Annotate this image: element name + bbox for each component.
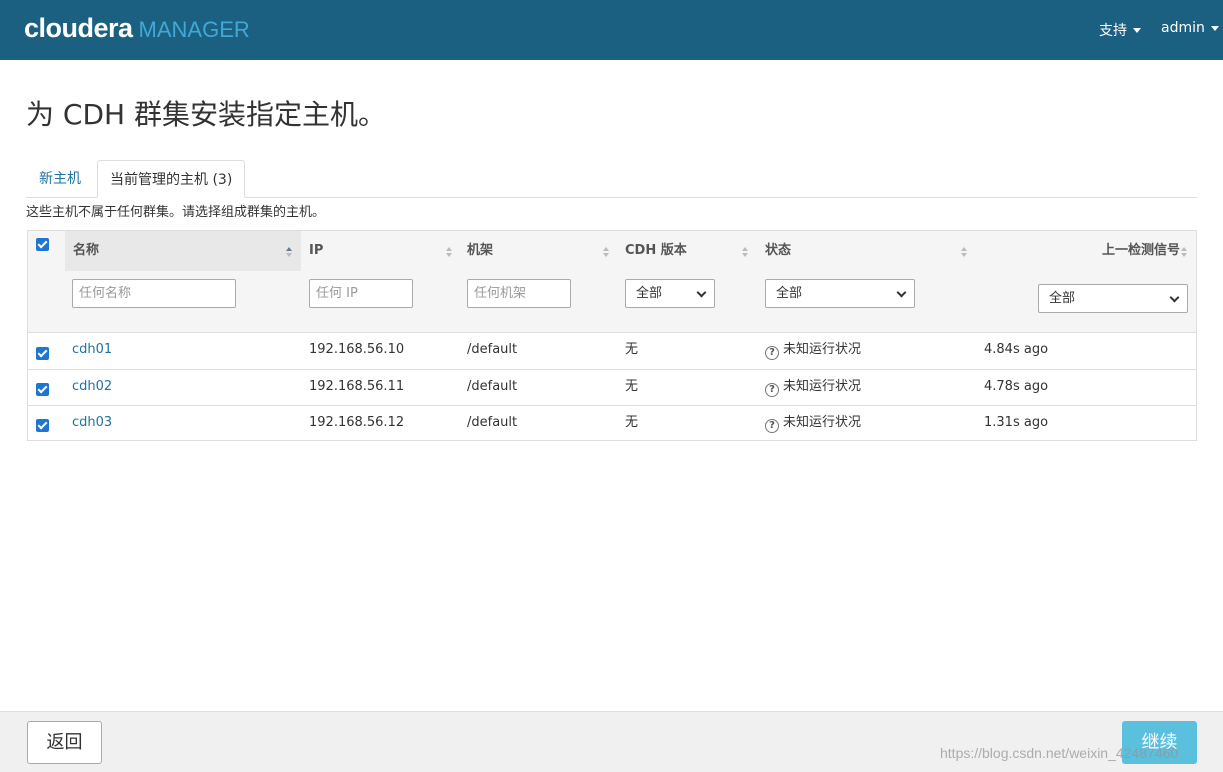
select-value: 全部 xyxy=(636,286,663,301)
rack-filter-input[interactable] xyxy=(467,279,571,308)
column-header-status[interactable]: 状态 xyxy=(757,231,976,271)
sort-icon xyxy=(603,247,609,257)
row-checkbox[interactable] xyxy=(36,419,49,432)
host-name-link[interactable]: cdh02 xyxy=(72,370,112,404)
page-title: 为 CDH 群集安装指定主机。 xyxy=(26,98,386,131)
host-rack: /default xyxy=(467,379,518,394)
caret-down-icon xyxy=(1210,25,1219,31)
row-checkbox[interactable] xyxy=(36,383,49,396)
heartbeat-filter-select[interactable]: 全部 xyxy=(1038,284,1188,313)
name-filter-input[interactable] xyxy=(72,279,236,308)
host-ip: 192.168.56.10 xyxy=(309,342,405,357)
help-text: 这些主机不属于任何群集。请选择组成群集的主机。 xyxy=(26,205,326,220)
back-button[interactable]: 返回 xyxy=(27,721,102,764)
cloudera-manager-logo[interactable]: cloudera MANAGER xyxy=(24,13,250,44)
support-menu[interactable]: 支持 xyxy=(1099,20,1141,40)
tab-new-hosts[interactable]: 新主机 xyxy=(27,160,93,198)
host-last-heartbeat: 4.78s ago xyxy=(984,379,1049,394)
column-header-rack[interactable]: 机架 xyxy=(459,231,617,271)
table-row[interactable]: cdh03 192.168.56.12 /default 无 ? 未知运行状况 1… xyxy=(28,405,1196,441)
sort-icon xyxy=(446,247,452,257)
host-last-heartbeat: 1.31s ago xyxy=(984,415,1049,430)
sort-icon xyxy=(742,247,748,257)
column-header-cdh-version[interactable]: CDH 版本 xyxy=(617,231,757,271)
host-status: ? 未知运行状况 xyxy=(765,370,861,404)
host-cdh-version: 无 xyxy=(625,415,639,430)
host-last-heartbeat: 4.84s ago xyxy=(984,342,1049,357)
column-label-ip: IP xyxy=(309,243,324,258)
question-circle-icon: ? xyxy=(765,383,779,397)
logo-subtext: MANAGER xyxy=(138,17,250,42)
column-header-name[interactable]: 名称 xyxy=(65,231,301,271)
status-filter-select[interactable]: 全部 xyxy=(765,279,915,308)
select-value: 全部 xyxy=(1049,291,1076,306)
logo-text: cloudera xyxy=(24,13,133,43)
watermark-text: https://blog.csdn.net/weixin_42487460 xyxy=(940,745,1179,761)
host-status-text: 未知运行状况 xyxy=(783,342,862,357)
chevron-down-icon xyxy=(696,287,707,298)
host-rack: /default xyxy=(467,415,518,430)
tab-managed-hosts[interactable]: 当前管理的主机 (3) xyxy=(97,160,246,198)
sort-ascending-icon xyxy=(286,247,292,257)
wizard-footer: 返回 继续 https://blog.csdn.net/weixin_42487… xyxy=(0,711,1223,772)
host-cdh-version: 无 xyxy=(625,342,639,357)
chevron-down-icon xyxy=(1169,292,1180,303)
host-name-link[interactable]: cdh03 xyxy=(72,406,112,440)
sort-icon xyxy=(961,247,967,257)
host-status-text: 未知运行状况 xyxy=(783,415,862,430)
cdh-version-filter-select[interactable]: 全部 xyxy=(625,279,715,308)
host-status: ? 未知运行状况 xyxy=(765,406,861,440)
select-all-checkbox[interactable] xyxy=(36,238,49,251)
user-menu[interactable]: admin xyxy=(1161,20,1219,36)
host-ip: 192.168.56.11 xyxy=(309,379,405,394)
select-value: 全部 xyxy=(776,286,803,301)
ip-filter-input[interactable] xyxy=(309,279,413,308)
host-cdh-version: 无 xyxy=(625,379,639,394)
column-label-name: 名称 xyxy=(73,243,100,258)
question-circle-icon: ? xyxy=(765,419,779,433)
table-row[interactable]: cdh02 192.168.56.11 /default 无 ? 未知运行状况 4… xyxy=(28,369,1196,405)
column-label-cdh-version: CDH 版本 xyxy=(625,243,687,258)
host-name-link[interactable]: cdh01 xyxy=(72,333,112,367)
host-ip: 192.168.56.12 xyxy=(309,415,405,430)
column-label-last-heartbeat: 上一检测信号 xyxy=(1101,243,1180,258)
column-label-status: 状态 xyxy=(765,243,792,258)
table-header: 名称 IP 机架 CDH 版本 状态 上一检测信号 全部 xyxy=(28,231,1196,333)
support-menu-label: 支持 xyxy=(1099,23,1127,39)
question-circle-icon: ? xyxy=(765,346,779,360)
host-rack: /default xyxy=(467,342,518,357)
host-status-text: 未知运行状况 xyxy=(783,379,862,394)
column-header-ip[interactable]: IP xyxy=(301,231,459,271)
column-label-rack: 机架 xyxy=(467,243,494,258)
caret-down-icon xyxy=(1133,27,1141,33)
host-status: ? 未知运行状况 xyxy=(765,333,861,367)
sort-icon xyxy=(1181,247,1187,257)
row-checkbox[interactable] xyxy=(36,347,49,360)
column-header-last-heartbeat[interactable]: 上一检测信号 xyxy=(976,231,1196,271)
table-row[interactable]: cdh01 192.168.56.10 /default 无 ? 未知运行状况 4… xyxy=(28,333,1196,369)
hosts-table: 名称 IP 机架 CDH 版本 状态 上一检测信号 全部 xyxy=(27,230,1197,441)
top-navbar: cloudera MANAGER 支持 admin xyxy=(0,0,1223,60)
chevron-down-icon xyxy=(896,287,907,298)
user-menu-label: admin xyxy=(1161,20,1205,36)
